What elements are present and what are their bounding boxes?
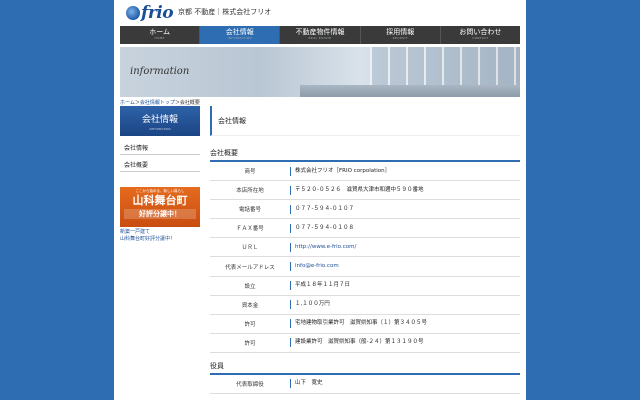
section-heading-overview: 会社概要 (210, 148, 520, 162)
row-value: ０７７-５９４-０１０７ (290, 204, 354, 214)
row-label: 資本金 (241, 302, 259, 309)
row-value: 山下 寛史 (290, 379, 323, 389)
promo-title: 山科舞台町 (132, 194, 188, 207)
promo-note-line: 新築一戸建て (120, 229, 151, 235)
row-label: 設立 (244, 283, 256, 290)
header-tagline: 京都 不動産｜株式会社フリオ (178, 8, 272, 16)
logo-text: frio (141, 3, 174, 23)
sidebar: 会社情報 INFORMATION 会社情報 会社概要 ここから始める、新しい暮ら… (120, 106, 200, 243)
email-link[interactable]: info@e-frio.com (290, 262, 339, 272)
row-label: 本店所在地 (236, 188, 264, 195)
table-row: 商号 株式会社フリオ［FRIO corpolation］ (210, 162, 520, 182)
table-row: 本店所在地 〒５２０-０５２６ 滋賀県大津市和邇中５９０番地 (210, 181, 520, 201)
row-value: ０７７-５９４-０１０８ (290, 223, 354, 233)
url-link[interactable]: http://www.e-frio.com/ (290, 242, 356, 252)
nav-label: お問い合わせ (459, 28, 502, 36)
table-row: ＵＲＬ http://www.e-frio.com/ (210, 238, 520, 258)
nav-sub: INFORMATION (227, 36, 252, 40)
nav-label: 採用情報 (386, 28, 415, 36)
row-value: 〒５２０-０５２６ 滋賀県大津市和邇中５９０番地 (290, 185, 424, 195)
row-label: 代表メールアドレス (225, 264, 275, 271)
page: frio 京都 不動産｜株式会社フリオ ホーム HOME 会社情報 INFORM… (114, 0, 526, 400)
promo-banner[interactable]: ここから始める、新しい暮らし 山科舞台町 好評分譲中！ (120, 187, 200, 227)
row-value: 建設業許可 滋賀県知事（般-２４）第１３１９０号 (290, 338, 424, 348)
table-row: 代表取締役 山下 寛史 (210, 375, 520, 395)
nav-sub: RECRUIT (392, 36, 408, 40)
header: frio 京都 不動産｜株式会社フリオ (114, 0, 526, 26)
nav-real-estate[interactable]: 不動産物件情報 REAL ESTATE (280, 26, 361, 44)
row-label: ＦＡＸ番号 (236, 226, 264, 233)
row-label: 許可 (244, 321, 256, 328)
logo-mark-icon (126, 6, 140, 20)
nav-recruit[interactable]: 採用情報 RECRUIT (361, 26, 441, 44)
nav-label: ホーム (149, 28, 170, 36)
row-value: 宅地建物取引業許可 滋賀県知事（１）第３４０５号 (290, 319, 427, 329)
row-label: ＵＲＬ (241, 245, 259, 252)
nav-contact[interactable]: お問い合わせ CONTACT (441, 26, 520, 44)
promo-status: 好評分譲中！ (124, 209, 196, 219)
table-row: 電話番号 ０７７-５９４-０１０７ (210, 200, 520, 220)
nav-sub: REAL ESTATE (308, 36, 332, 40)
sidebar-item-company-overview[interactable]: 会社概要 (120, 155, 200, 172)
row-label: 電話番号 (238, 207, 261, 214)
table-row: 許可 建設業許可 滋賀県知事（般-２４）第１３１９０号 (210, 334, 520, 353)
row-label: 許可 (244, 340, 256, 347)
banner-floor (300, 85, 520, 97)
nav-label: 不動産物件情報 (295, 28, 345, 36)
sidebar-item-company-info[interactable]: 会社情報 (120, 138, 200, 155)
section-heading-officers: 役員 (210, 361, 520, 375)
sidebar-heading: 会社情報 INFORMATION (120, 106, 200, 136)
global-nav: ホーム HOME 会社情報 INFORMATION 不動産物件情報 REAL E… (120, 26, 520, 44)
nav-label: 会社情報 (225, 28, 254, 36)
page-title: 会社情報 (210, 106, 520, 136)
banner-title: information (130, 66, 190, 77)
row-value: 平成１８年１１月７日 (290, 281, 350, 291)
row-value: １,１００万円 (290, 300, 330, 310)
promo-note[interactable]: 新築一戸建て 山科舞台町好評分譲中！ (120, 229, 200, 243)
nav-home[interactable]: ホーム HOME (120, 26, 201, 44)
breadcrumb: ホーム＞会社情報トップ＞会社概要 (120, 99, 200, 106)
company-overview-table: 商号 株式会社フリオ［FRIO corpolation］ 本店所在地 〒５２０-０５… (210, 162, 520, 353)
table-row: 許可 宅地建物取引業許可 滋賀県知事（１）第３４０５号 (210, 315, 520, 334)
table-row: 代表メールアドレス info@e-frio.com (210, 257, 520, 277)
page-banner: information (120, 47, 520, 97)
table-row: ＦＡＸ番号 ０７７-５９４-０１０８ (210, 219, 520, 239)
row-label: 代表取締役 (236, 381, 264, 388)
nav-sub: CONTACT (472, 36, 489, 40)
main-content: 会社情報 会社概要 商号 株式会社フリオ［FRIO corpolation］ 本店… (210, 106, 520, 395)
logo[interactable]: frio (126, 3, 174, 23)
nav-company-info[interactable]: 会社情報 INFORMATION (200, 26, 281, 44)
sidebar-heading-title: 会社情報 (141, 115, 178, 125)
nav-sub: HOME (154, 36, 165, 40)
table-row: 設立 平成１８年１１月７日 (210, 277, 520, 296)
table-row: 資本金 １,１００万円 (210, 296, 520, 315)
row-label: 商号 (244, 169, 256, 176)
sidebar-heading-sub: INFORMATION (149, 127, 171, 131)
promo-note-line: 山科舞台町好評分譲中！ (120, 236, 176, 242)
row-value: 株式会社フリオ［FRIO corpolation］ (290, 166, 390, 176)
